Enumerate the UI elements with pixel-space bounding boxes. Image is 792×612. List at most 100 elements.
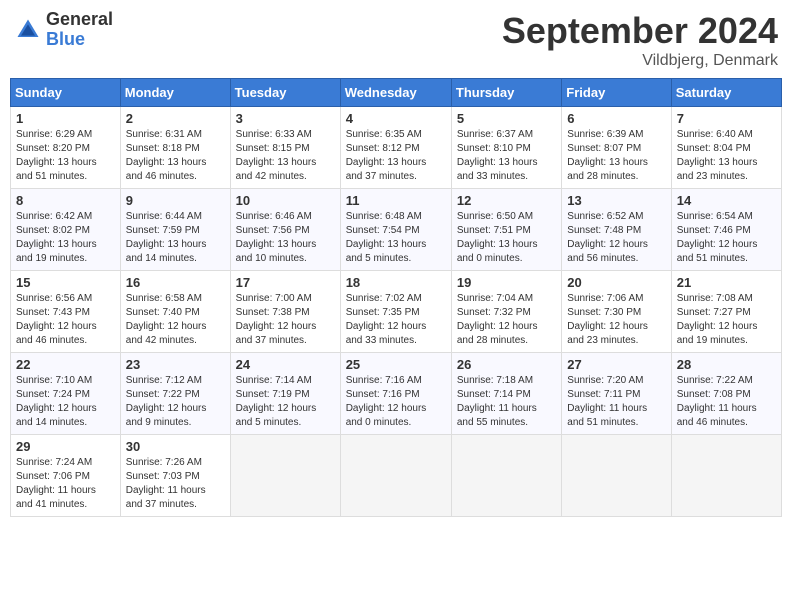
day-number: 9 [126,193,225,208]
day-number: 8 [16,193,115,208]
table-cell: 20 Sunrise: 7:06 AMSunset: 7:30 PMDayligh… [562,271,671,353]
day-number: 26 [457,357,556,372]
day-number: 10 [236,193,335,208]
day-info: Sunrise: 7:08 AMSunset: 7:27 PMDaylight:… [677,292,776,348]
day-number: 2 [126,111,225,126]
table-cell: 15Sunrise: 6:56 AMSunset: 7:43 PMDayligh… [11,271,121,353]
table-cell [340,435,451,517]
col-wednesday: Wednesday [340,79,451,107]
day-number: 1 [16,111,115,126]
calendar-header-row: Sunday Monday Tuesday Wednesday Thursday… [11,79,782,107]
day-info: Sunrise: 7:20 AMSunset: 7:11 PMDaylight:… [567,374,665,430]
day-number: 16 [126,275,225,290]
table-cell: 27 Sunrise: 7:20 AMSunset: 7:11 PMDayligh… [562,353,671,435]
day-info: Sunrise: 6:31 AMSunset: 8:18 PMDaylight:… [126,128,225,184]
day-number: 18 [346,275,446,290]
table-cell: 18 Sunrise: 7:02 AMSunset: 7:35 PMDayligh… [340,271,451,353]
day-number: 23 [126,357,225,372]
day-info: Sunrise: 7:10 AMSunset: 7:24 PMDaylight:… [16,374,115,430]
day-info: Sunrise: 6:33 AMSunset: 8:15 PMDaylight:… [236,128,335,184]
logo-icon [14,16,42,44]
table-cell: 12 Sunrise: 6:50 AMSunset: 7:51 PMDayligh… [451,189,561,271]
title-block: September 2024 Vildbjerg, Denmark [502,10,778,70]
day-info: Sunrise: 7:26 AMSunset: 7:03 PMDaylight:… [126,456,225,512]
day-number: 12 [457,193,556,208]
table-cell: 1 Sunrise: 6:29 AMSunset: 8:20 PMDaylight… [11,107,121,189]
day-info: Sunrise: 7:22 AMSunset: 7:08 PMDaylight:… [677,374,776,430]
day-info: Sunrise: 7:06 AMSunset: 7:30 PMDaylight:… [567,292,665,348]
day-info: Sunrise: 6:46 AMSunset: 7:56 PMDaylight:… [236,210,335,266]
table-cell: 25 Sunrise: 7:16 AMSunset: 7:16 PMDayligh… [340,353,451,435]
day-number: 22 [16,357,115,372]
day-number: 14 [677,193,776,208]
day-info: Sunrise: 6:54 AMSunset: 7:46 PMDaylight:… [677,210,776,266]
table-cell: 8Sunrise: 6:42 AMSunset: 8:02 PMDaylight… [11,189,121,271]
location-text: Vildbjerg, Denmark [502,52,778,70]
col-sunday: Sunday [11,79,121,107]
table-cell: 19 Sunrise: 7:04 AMSunset: 7:32 PMDayligh… [451,271,561,353]
calendar-row: 8Sunrise: 6:42 AMSunset: 8:02 PMDaylight… [11,189,782,271]
col-thursday: Thursday [451,79,561,107]
table-cell: 6 Sunrise: 6:39 AMSunset: 8:07 PMDaylight… [562,107,671,189]
logo-general-text: General [46,10,113,30]
table-cell: 7 Sunrise: 6:40 AMSunset: 8:04 PMDaylight… [671,107,781,189]
day-number: 30 [126,439,225,454]
table-cell: 23 Sunrise: 7:12 AMSunset: 7:22 PMDayligh… [120,353,230,435]
table-cell: 21 Sunrise: 7:08 AMSunset: 7:27 PMDayligh… [671,271,781,353]
day-info: Sunrise: 7:02 AMSunset: 7:35 PMDaylight:… [346,292,446,348]
table-cell: 5Sunrise: 6:37 AMSunset: 8:10 PMDaylight… [451,107,561,189]
table-cell [230,435,340,517]
table-cell [562,435,671,517]
day-number: 19 [457,275,556,290]
table-cell: 30 Sunrise: 7:26 AMSunset: 7:03 PMDayligh… [120,435,230,517]
day-number: 24 [236,357,335,372]
day-number: 6 [567,111,665,126]
day-number: 3 [236,111,335,126]
table-cell: 17Sunrise: 7:00 AMSunset: 7:38 PMDayligh… [230,271,340,353]
calendar-row: 29 Sunrise: 7:24 AMSunset: 7:06 PMDayligh… [11,435,782,517]
calendar-row: 1 Sunrise: 6:29 AMSunset: 8:20 PMDaylight… [11,107,782,189]
day-number: 20 [567,275,665,290]
table-cell: 28Sunrise: 7:22 AMSunset: 7:08 PMDayligh… [671,353,781,435]
day-info: Sunrise: 7:16 AMSunset: 7:16 PMDaylight:… [346,374,446,430]
table-cell [671,435,781,517]
day-number: 25 [346,357,446,372]
day-info: Sunrise: 6:35 AMSunset: 8:12 PMDaylight:… [346,128,446,184]
table-cell: 22 Sunrise: 7:10 AMSunset: 7:24 PMDayligh… [11,353,121,435]
table-cell: 16 Sunrise: 6:58 AMSunset: 7:40 PMDayligh… [120,271,230,353]
day-number: 27 [567,357,665,372]
day-info: Sunrise: 7:14 AMSunset: 7:19 PMDaylight:… [236,374,335,430]
logo: General Blue [14,10,113,50]
day-info: Sunrise: 6:40 AMSunset: 8:04 PMDaylight:… [677,128,776,184]
day-number: 4 [346,111,446,126]
day-number: 5 [457,111,556,126]
logo-text: General Blue [46,10,113,50]
day-info: Sunrise: 6:58 AMSunset: 7:40 PMDaylight:… [126,292,225,348]
page-header: General Blue September 2024 Vildbjerg, D… [10,10,782,70]
logo-blue-text: Blue [46,30,113,50]
day-info: Sunrise: 7:04 AMSunset: 7:32 PMDaylight:… [457,292,556,348]
col-tuesday: Tuesday [230,79,340,107]
day-number: 21 [677,275,776,290]
table-cell: 10 Sunrise: 6:46 AMSunset: 7:56 PMDayligh… [230,189,340,271]
day-number: 7 [677,111,776,126]
day-number: 11 [346,193,446,208]
day-info: Sunrise: 6:52 AMSunset: 7:48 PMDaylight:… [567,210,665,266]
day-info: Sunrise: 7:18 AMSunset: 7:14 PMDaylight:… [457,374,556,430]
calendar-row: 22 Sunrise: 7:10 AMSunset: 7:24 PMDayligh… [11,353,782,435]
table-cell: 24 Sunrise: 7:14 AMSunset: 7:19 PMDayligh… [230,353,340,435]
col-monday: Monday [120,79,230,107]
table-cell: 4 Sunrise: 6:35 AMSunset: 8:12 PMDaylight… [340,107,451,189]
day-info: Sunrise: 6:39 AMSunset: 8:07 PMDaylight:… [567,128,665,184]
day-info: Sunrise: 7:00 AMSunset: 7:38 PMDaylight:… [236,292,335,348]
table-cell: 3 Sunrise: 6:33 AMSunset: 8:15 PMDaylight… [230,107,340,189]
day-number: 29 [16,439,115,454]
day-info: Sunrise: 7:24 AMSunset: 7:06 PMDaylight:… [16,456,115,512]
day-info: Sunrise: 6:44 AMSunset: 7:59 PMDaylight:… [126,210,225,266]
day-info: Sunrise: 6:50 AMSunset: 7:51 PMDaylight:… [457,210,556,266]
day-info: Sunrise: 6:29 AMSunset: 8:20 PMDaylight:… [16,128,115,184]
calendar-row: 15Sunrise: 6:56 AMSunset: 7:43 PMDayligh… [11,271,782,353]
day-info: Sunrise: 7:12 AMSunset: 7:22 PMDaylight:… [126,374,225,430]
table-cell: 11Sunrise: 6:48 AMSunset: 7:54 PMDayligh… [340,189,451,271]
table-cell: 13Sunrise: 6:52 AMSunset: 7:48 PMDayligh… [562,189,671,271]
